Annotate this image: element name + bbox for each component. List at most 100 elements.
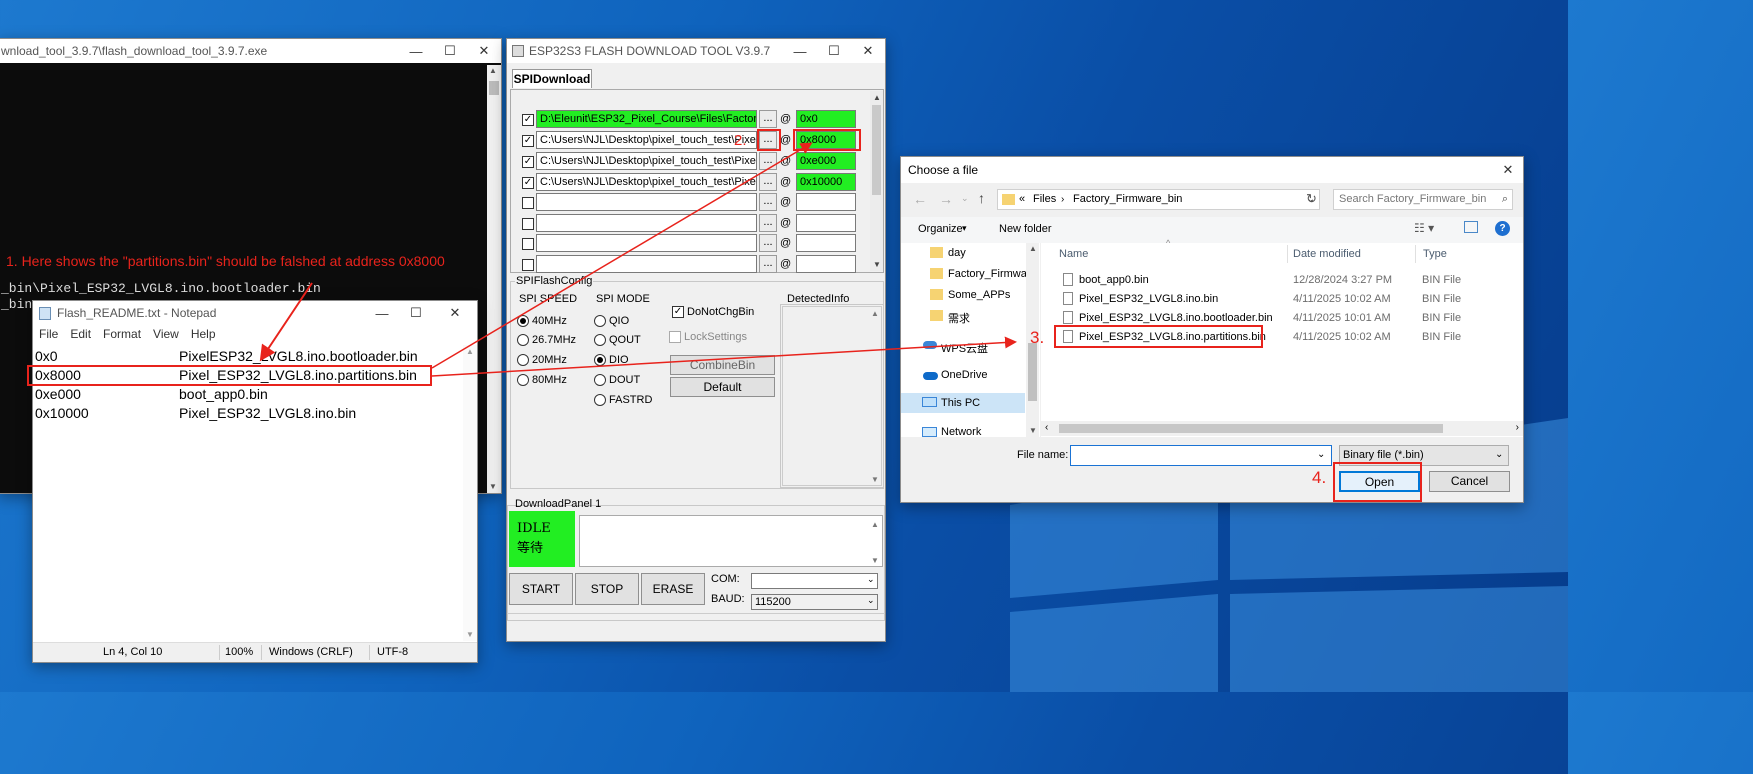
- baud-select[interactable]: 115200: [751, 594, 878, 610]
- breadcrumb-item[interactable]: Files: [1033, 190, 1056, 209]
- scroll-down-icon[interactable]: ▼: [873, 260, 881, 269]
- notepad-text-area[interactable]: 0x0 PixelESP32_LVGL8.ino.bootloader.bin 0…: [33, 345, 463, 641]
- browse-button[interactable]: ...: [759, 173, 777, 191]
- recent-chevron-icon[interactable]: ⌄: [961, 193, 969, 204]
- entries-scrollbar[interactable]: ▲ ▼: [870, 91, 883, 271]
- filter-chevron-icon[interactable]: ⌄: [1495, 449, 1503, 460]
- cancel-button[interactable]: Cancel: [1429, 471, 1510, 492]
- log-scroll-down-icon[interactable]: ▼: [871, 556, 879, 565]
- default-button[interactable]: Default: [670, 377, 775, 397]
- browse-button[interactable]: ...: [759, 110, 777, 128]
- speed-radio-26mhz[interactable]: [517, 334, 529, 346]
- up-icon[interactable]: ↑: [978, 190, 985, 206]
- view-options-icon[interactable]: ☷ ▾: [1414, 221, 1434, 235]
- speed-radio-80mhz[interactable]: [517, 374, 529, 386]
- entry-address-field[interactable]: [796, 193, 856, 211]
- entry-address-field[interactable]: 0x10000: [796, 173, 856, 191]
- mode-radio-fastrd[interactable]: [594, 394, 606, 406]
- entry-address-field[interactable]: [796, 214, 856, 232]
- detected-scroll-up-icon[interactable]: ▲: [871, 309, 879, 318]
- scroll-down-icon[interactable]: ▼: [489, 482, 497, 491]
- minimize-icon[interactable]: —: [399, 39, 433, 63]
- browse-button[interactable]: ...: [759, 214, 777, 232]
- entry-checkbox[interactable]: [522, 259, 534, 271]
- donotchgbin-checkbox[interactable]: ✓: [672, 306, 684, 318]
- minimize-icon[interactable]: —: [365, 301, 399, 325]
- maximize-icon[interactable]: ☐: [817, 39, 851, 63]
- entry-path-field[interactable]: C:\Users\NJL\Desktop\pixel_touch_test\Pi…: [536, 152, 757, 170]
- start-button[interactable]: START: [509, 573, 573, 605]
- entry-checkbox[interactable]: ✓: [522, 177, 534, 189]
- entry-checkbox[interactable]: [522, 238, 534, 250]
- erase-button[interactable]: ERASE: [641, 573, 705, 605]
- entry-checkbox[interactable]: ✓: [522, 135, 534, 147]
- scroll-down-icon[interactable]: ▼: [1029, 426, 1037, 435]
- browse-button[interactable]: ...: [759, 152, 777, 170]
- browse-button[interactable]: ...: [759, 193, 777, 211]
- scroll-left-icon[interactable]: ‹: [1045, 422, 1048, 433]
- speed-radio-40mhz[interactable]: [517, 315, 529, 327]
- baud-chevron-down-icon[interactable]: ⌄: [867, 595, 875, 606]
- mode-radio-qout[interactable]: [594, 334, 606, 346]
- menu-view[interactable]: View: [153, 327, 179, 345]
- help-icon[interactable]: ?: [1495, 221, 1510, 236]
- entry-path-field[interactable]: [536, 193, 757, 211]
- mode-radio-dout[interactable]: [594, 374, 606, 386]
- stop-button[interactable]: STOP: [575, 573, 639, 605]
- scroll-up-icon[interactable]: ▲: [466, 347, 474, 356]
- scroll-up-icon[interactable]: ▲: [489, 66, 497, 75]
- organize-button[interactable]: Organize: [918, 223, 963, 235]
- column-header-date[interactable]: Date modified: [1293, 248, 1361, 260]
- file-name-input[interactable]: [1070, 445, 1332, 466]
- entry-address-field[interactable]: 0xe000: [796, 152, 856, 170]
- maximize-icon[interactable]: ☐: [433, 39, 467, 63]
- entry-path-field[interactable]: C:\Users\NJL\Desktop\pixel_touch_test\Pi…: [536, 173, 757, 191]
- entry-address-field[interactable]: [796, 255, 856, 273]
- entry-path-field[interactable]: [536, 234, 757, 252]
- nav-scroll-thumb[interactable]: [1028, 343, 1037, 401]
- breadcrumb-item[interactable]: Factory_Firmware_bin: [1073, 190, 1182, 209]
- column-header-name[interactable]: Name: [1059, 248, 1088, 260]
- browse-button[interactable]: ...: [759, 234, 777, 252]
- entry-path-field[interactable]: D:\Eleunit\ESP32_Pixel_Course\Files\Fact…: [536, 110, 757, 128]
- tab-spidownload[interactable]: SPIDownload: [512, 69, 592, 88]
- back-icon[interactable]: ←: [913, 191, 927, 207]
- close-icon[interactable]: ✕: [1493, 157, 1523, 183]
- browse-button[interactable]: ...: [759, 255, 777, 273]
- close-icon[interactable]: ✕: [851, 39, 885, 63]
- maximize-icon[interactable]: ☐: [399, 301, 433, 325]
- log-scroll-up-icon[interactable]: ▲: [871, 520, 879, 529]
- scroll-up-icon[interactable]: ▲: [873, 93, 881, 102]
- console-scrollbar[interactable]: ▲ ▼: [487, 65, 501, 493]
- locksettings-checkbox[interactable]: [669, 331, 681, 343]
- entry-path-field[interactable]: C:\Users\NJL\Desktop\pixel_touch_test\Pi…: [536, 131, 757, 149]
- file-list-hscrollbar[interactable]: ‹ ›: [1041, 421, 1523, 436]
- forward-icon[interactable]: →: [939, 191, 953, 207]
- close-icon[interactable]: ✕: [433, 301, 477, 325]
- new-folder-button[interactable]: New folder: [999, 223, 1052, 235]
- address-bar[interactable]: « Files › Factory_Firmware_bin ⌄: [997, 189, 1320, 210]
- file-name-chevron-icon[interactable]: ⌄: [1317, 449, 1325, 460]
- notepad-scrollbar[interactable]: ▲ ▼: [463, 345, 477, 641]
- minimize-icon[interactable]: —: [783, 39, 817, 63]
- entry-path-field[interactable]: [536, 255, 757, 273]
- refresh-icon[interactable]: ↻: [1306, 191, 1317, 207]
- mode-radio-dio[interactable]: [594, 354, 606, 366]
- menu-file[interactable]: File: [39, 327, 58, 345]
- hscroll-thumb[interactable]: [1059, 424, 1443, 433]
- entry-checkbox[interactable]: ✓: [522, 156, 534, 168]
- entry-address-field[interactable]: 0x0: [796, 110, 856, 128]
- scroll-right-icon[interactable]: ›: [1516, 422, 1519, 433]
- mode-radio-qio[interactable]: [594, 315, 606, 327]
- close-icon[interactable]: ✕: [467, 39, 501, 63]
- combinebin-button[interactable]: CombineBin: [670, 355, 775, 375]
- search-box[interactable]: Search Factory_Firmware_bin ⌕: [1333, 189, 1513, 210]
- entry-checkbox[interactable]: [522, 197, 534, 209]
- entries-scroll-thumb[interactable]: [872, 105, 881, 195]
- menu-help[interactable]: Help: [191, 327, 216, 345]
- entry-address-field[interactable]: [796, 234, 856, 252]
- detected-scroll-down-icon[interactable]: ▼: [871, 475, 879, 484]
- scroll-down-icon[interactable]: ▼: [466, 630, 474, 639]
- entry-checkbox[interactable]: ✓: [522, 114, 534, 126]
- menu-edit[interactable]: Edit: [70, 327, 91, 345]
